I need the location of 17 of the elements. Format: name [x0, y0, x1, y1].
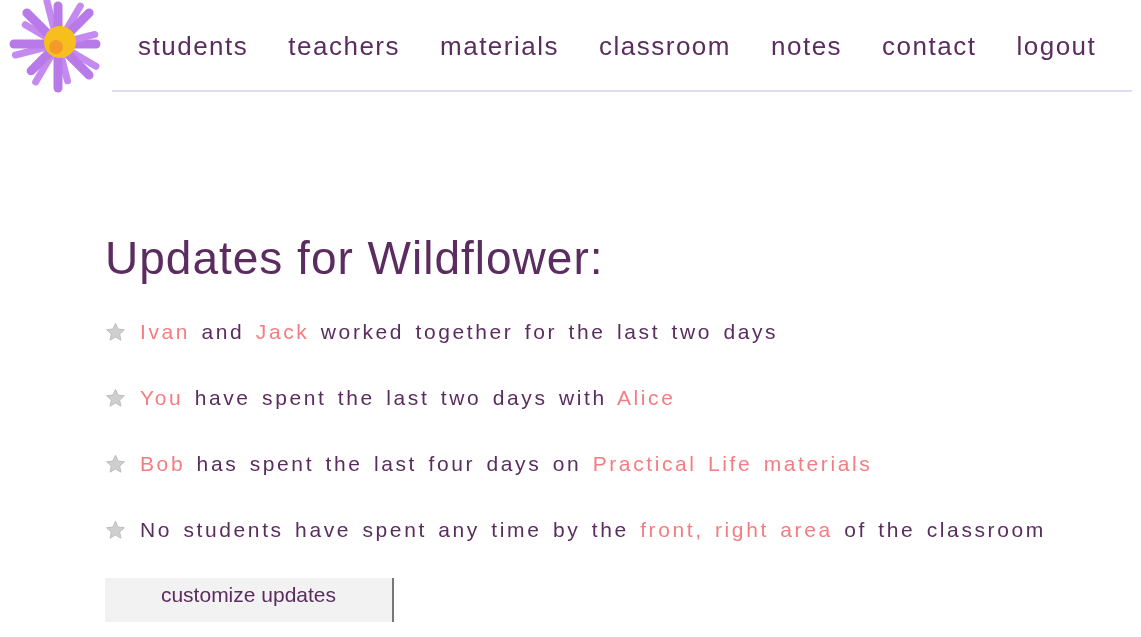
star-icon: [105, 322, 126, 342]
nav-link[interactable]: logout: [1016, 22, 1097, 70]
update-text: You have spent the last two days with Alice: [140, 386, 676, 410]
nav-link[interactable]: materials: [440, 22, 559, 70]
nav-link[interactable]: notes: [771, 22, 843, 70]
page-heading: Updates for Wildflower:: [105, 231, 605, 286]
update-text: Bob has spent the last four days on Practical Life materials: [140, 452, 873, 476]
nav-link[interactable]: contact: [882, 22, 977, 70]
star-icon: [105, 454, 126, 474]
customize-updates-button[interactable]: customize updates: [105, 578, 394, 622]
nav-link[interactable]: teachers: [288, 22, 401, 70]
update-text: No students have spent any time by the front, right area of the classroom: [140, 518, 1046, 542]
star-icon: [105, 388, 126, 408]
star-icon: [105, 520, 126, 540]
nav-link[interactable]: classroom: [599, 22, 731, 70]
nav-link[interactable]: students: [138, 22, 249, 70]
update-text: Ivan and Jack worked together for the last two days: [140, 320, 779, 344]
